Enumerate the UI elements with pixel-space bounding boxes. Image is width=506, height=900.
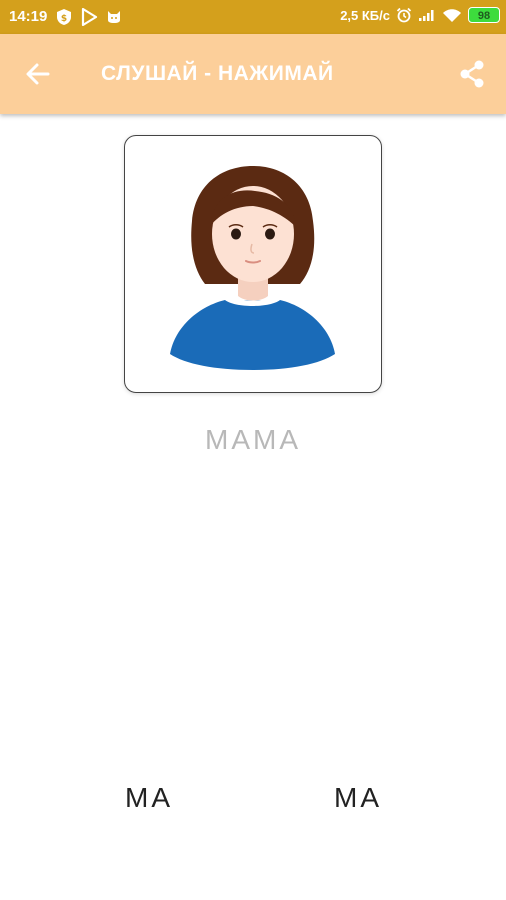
wifi-icon (443, 8, 461, 22)
picture-card[interactable] (124, 135, 382, 393)
arrow-back-icon (26, 63, 50, 85)
mother-portrait-icon (170, 166, 335, 370)
alarm-icon (396, 7, 412, 23)
syllable-button-2[interactable]: МА (298, 782, 418, 814)
word-label: МАМА (205, 424, 301, 455)
svg-text:$: $ (61, 14, 67, 24)
cat-notification-icon (108, 11, 120, 23)
shield-notification-icon: $ (57, 9, 71, 25)
play-store-notification-icon (81, 8, 98, 26)
status-right-group: 2,5 КБ/с 98 (340, 7, 500, 23)
syllable-button-1[interactable]: МА (89, 782, 209, 814)
back-button[interactable] (22, 58, 54, 90)
app-title: СЛУШАЙ - НАЖИМАЙ (101, 62, 334, 85)
status-time: 14:19 (9, 8, 48, 25)
status-bar: 14:19 $ 2,5 КБ/с 98 (0, 0, 506, 34)
battery-indicator: 98 (468, 7, 500, 23)
share-button[interactable] (456, 58, 488, 90)
app-bar: СЛУШАЙ - НАЖИМАЙ (0, 34, 506, 114)
network-speed: 2,5 КБ/с (340, 7, 390, 23)
signal-icon (419, 10, 434, 21)
share-icon (460, 60, 484, 88)
notification-icons: $ (56, 8, 122, 26)
